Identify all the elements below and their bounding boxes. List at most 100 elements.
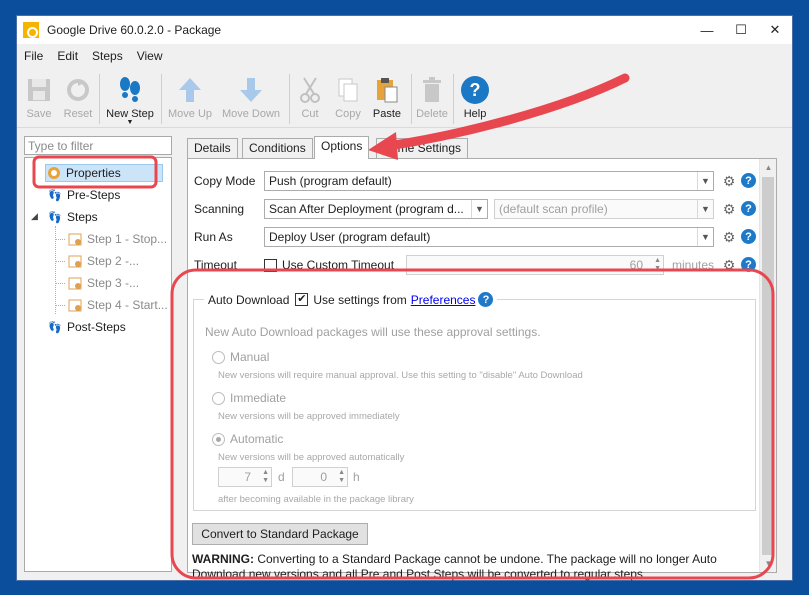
properties-icon: [46, 165, 62, 181]
spin-arrows-icon: ▲ ▼: [262, 469, 269, 484]
reset-button[interactable]: Reset: [61, 74, 95, 126]
auto-download-group: Auto Download ✔ Use settings from Prefer…: [193, 292, 756, 511]
automatic-description: New versions will be approved automatica…: [218, 452, 405, 463]
gear-icon[interactable]: ⚙: [722, 202, 736, 216]
footprints-icon: [115, 74, 145, 106]
new-step-button[interactable]: New Step ▼: [103, 74, 157, 126]
help-icon[interactable]: ?: [741, 229, 756, 244]
arrow-up-icon: [175, 74, 205, 106]
auto-download-legend: Auto Download ✔ Use settings from Prefer…: [204, 292, 498, 307]
tree-item-step-1[interactable]: Step 1 - Stop...: [67, 230, 167, 248]
maximize-button[interactable]: ☐: [724, 16, 758, 44]
cut-button[interactable]: Cut: [295, 74, 325, 126]
window-controls: — ☐ ✕: [690, 16, 792, 44]
convert-to-standard-button[interactable]: Convert to Standard Package: [192, 523, 368, 545]
tab-conditions[interactable]: Conditions: [242, 138, 313, 158]
manual-radio[interactable]: Manual: [212, 350, 269, 364]
trash-icon: [417, 74, 447, 106]
footprints-icon: 👣: [48, 189, 62, 202]
filter-input[interactable]: Type to filter: [24, 136, 172, 155]
svg-text:?: ?: [470, 80, 481, 100]
window-title: Google Drive 60.0.2.0 - Package: [47, 23, 222, 37]
copy-button[interactable]: Copy: [331, 74, 365, 126]
tree-item-step-4[interactable]: Step 4 - Start...: [67, 296, 168, 314]
minimize-button[interactable]: —: [690, 16, 724, 44]
clipboard-icon: [372, 74, 402, 106]
menu-file[interactable]: File: [17, 49, 50, 63]
chevron-down-icon: ▼: [697, 200, 713, 218]
options-panel: Copy Mode Push (program default) ▼ ⚙ ? S…: [187, 158, 777, 581]
spin-arrows-icon: ▲ ▼: [338, 469, 345, 484]
toolbar-separator: [453, 74, 454, 124]
scanning-label: Scanning: [194, 202, 245, 216]
run-as-label: Run As: [194, 230, 233, 244]
checkbox-box: [264, 258, 277, 272]
use-settings-label: Use settings from: [313, 292, 407, 307]
app-icon: [23, 22, 39, 38]
warning-title: WARNING:: [192, 552, 254, 566]
gear-icon[interactable]: ⚙: [722, 258, 736, 272]
hours-stepper[interactable]: 0 ▲ ▼: [292, 467, 348, 487]
scan-profile-select[interactable]: (default scan profile) ▼: [494, 199, 714, 219]
gear-icon[interactable]: ⚙: [722, 230, 736, 244]
tree-connector: [55, 239, 65, 240]
timeout-stepper[interactable]: 60 ▲ ▼: [406, 255, 664, 275]
footprints-icon: 👣: [48, 211, 62, 224]
scanning-select[interactable]: Scan After Deployment (program d... ▼: [264, 199, 488, 219]
step-icon: [67, 297, 83, 313]
step-icon: [67, 231, 83, 247]
run-as-select[interactable]: Deploy User (program default) ▼: [264, 227, 714, 247]
warning-text: WARNING: Converting to a Standard Packag…: [192, 552, 732, 582]
days-unit: d: [278, 470, 285, 484]
custom-timeout-checkbox[interactable]: Use Custom Timeout: [264, 255, 394, 275]
tree-item-step-2[interactable]: Step 2 -...: [67, 252, 139, 270]
tree-item-pre-steps[interactable]: 👣 Pre-Steps: [47, 186, 120, 204]
help-icon[interactable]: ?: [741, 257, 756, 272]
gear-icon[interactable]: ⚙: [722, 174, 736, 188]
scroll-up-icon[interactable]: ▲: [760, 159, 777, 176]
scroll-thumb[interactable]: [762, 177, 774, 555]
close-button[interactable]: ✕: [758, 16, 792, 44]
help-icon[interactable]: ?: [741, 201, 756, 216]
navigation-tree: Properties 👣 Pre-Steps ◢ 👣 Steps Step 1 …: [24, 157, 172, 572]
tree-item-steps[interactable]: 👣 Steps: [47, 208, 98, 226]
arrow-down-icon: [236, 74, 266, 106]
save-icon: [24, 74, 54, 106]
step-icon: [67, 275, 83, 291]
help-button[interactable]: ? Help: [458, 74, 492, 126]
tab-details[interactable]: Details: [187, 138, 238, 158]
tree-item-post-steps[interactable]: 👣 Post-Steps: [47, 318, 126, 336]
help-icon[interactable]: ?: [478, 292, 494, 307]
use-settings-checkbox[interactable]: ✔: [295, 293, 309, 306]
menu-view[interactable]: View: [130, 49, 170, 63]
scroll-down-icon[interactable]: ▼: [760, 555, 777, 572]
radio-circle: [212, 391, 225, 405]
radio-circle: [212, 432, 225, 446]
move-down-button[interactable]: Move Down: [219, 74, 283, 126]
save-button[interactable]: Save: [23, 74, 55, 126]
paste-button[interactable]: Paste: [369, 74, 405, 126]
move-up-button[interactable]: Move Up: [165, 74, 215, 126]
vertical-scrollbar[interactable]: ▲ ▼: [759, 159, 776, 572]
step-icon: [67, 253, 83, 269]
days-stepper[interactable]: 7 ▲ ▼: [218, 467, 272, 487]
tree-item-properties[interactable]: Properties: [45, 164, 163, 182]
collapse-icon[interactable]: ◢: [31, 211, 38, 222]
preferences-link[interactable]: Preferences: [411, 293, 476, 307]
tree-item-step-3[interactable]: Step 3 -...: [67, 274, 139, 292]
chevron-down-icon: ▼: [471, 200, 487, 218]
tab-options[interactable]: Options: [314, 136, 370, 159]
timeout-label: Timeout: [194, 258, 237, 272]
menu-edit[interactable]: Edit: [50, 49, 85, 63]
delete-button[interactable]: Delete: [415, 74, 449, 126]
copy-mode-label: Copy Mode: [194, 174, 256, 188]
copy-mode-select[interactable]: Push (program default) ▼: [264, 171, 714, 191]
help-icon[interactable]: ?: [741, 173, 756, 188]
immediate-radio[interactable]: Immediate: [212, 391, 286, 405]
reset-icon: [63, 74, 93, 106]
automatic-radio[interactable]: Automatic: [212, 432, 283, 446]
footprints-icon: 👣: [48, 321, 62, 334]
dropdown-arrow-icon: ▼: [126, 119, 134, 126]
menu-steps[interactable]: Steps: [85, 49, 130, 63]
tab-time-settings[interactable]: ime Settings: [376, 138, 469, 158]
